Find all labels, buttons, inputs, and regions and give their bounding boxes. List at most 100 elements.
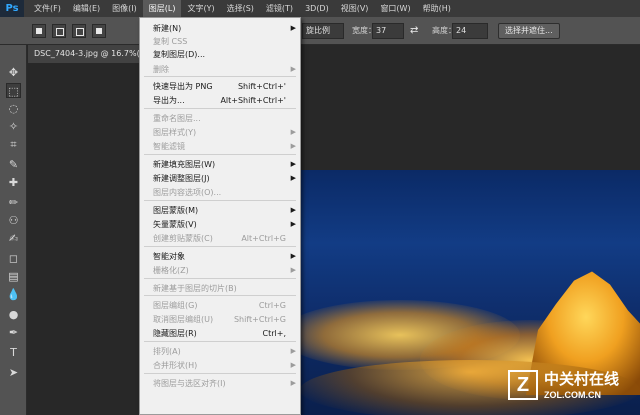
layer-menu-item[interactable]: 图层编组(G) Ctrl+G bbox=[140, 299, 300, 312]
menu-edit[interactable]: 编辑(E) bbox=[67, 0, 106, 17]
layer-menu-item[interactable]: 图层内容选项(O)... bbox=[140, 186, 300, 199]
brush-icon[interactable]: ✏ bbox=[6, 195, 21, 210]
submenu-arrow-icon: ▶ bbox=[290, 347, 296, 355]
layer-menu-item[interactable]: 新建填充图层(W) ▶ bbox=[140, 158, 300, 171]
layer-menu-item[interactable]: 复制 CSS bbox=[140, 35, 300, 48]
menu-separator bbox=[144, 200, 296, 201]
type-icon[interactable]: T bbox=[6, 345, 21, 360]
menu-item-label: 新建填充图层(W) bbox=[153, 160, 216, 169]
menu-item-shortcut: Ctrl+G bbox=[258, 301, 286, 310]
menu-separator bbox=[144, 295, 296, 296]
layer-menu-item[interactable]: 合并形状(H) ▶ bbox=[140, 359, 300, 372]
layer-menu-item[interactable]: 导出为... Alt+Shift+Ctrl+' bbox=[140, 94, 300, 107]
marquee-icon[interactable]: ⬚ bbox=[6, 83, 21, 98]
menu-item-shortcut: Alt+Ctrl+G bbox=[241, 234, 286, 243]
menu-item-label: 导出为... bbox=[153, 96, 185, 105]
layer-menu-item[interactable]: 新建调整图层(J) ▶ bbox=[140, 172, 300, 185]
menu-item-label: 新建基于图层的切片(B) bbox=[153, 284, 237, 293]
menu-item-label: 快速导出为 PNG bbox=[153, 82, 213, 91]
menu-select[interactable]: 选择(S) bbox=[221, 0, 260, 17]
menu-item-label: 新建调整图层(J) bbox=[153, 174, 210, 183]
width-field[interactable]: 37 bbox=[372, 23, 404, 39]
height-field[interactable]: 24 bbox=[452, 23, 488, 39]
clone-stamp-icon[interactable]: ⚇ bbox=[6, 213, 21, 228]
crop-icon[interactable]: ⌗ bbox=[6, 137, 21, 152]
menu-item-label: 图层内容选项(O)... bbox=[153, 188, 222, 197]
history-brush-icon[interactable]: ✍ bbox=[6, 231, 21, 246]
layer-menu-item[interactable]: 栅格化(Z) ▶ bbox=[140, 264, 300, 277]
blur-icon[interactable]: 💧 bbox=[6, 287, 21, 302]
magic-wand-icon[interactable]: ✧ bbox=[6, 119, 21, 134]
submenu-arrow-icon: ▶ bbox=[290, 379, 296, 387]
watermark-name-cn: 中关村在线 bbox=[544, 370, 620, 388]
intersect-selection-icon[interactable] bbox=[92, 24, 106, 38]
layer-menu-item[interactable]: 新建基于图层的切片(B) bbox=[140, 282, 300, 295]
layer-menu-item[interactable]: 重命名图层... bbox=[140, 112, 300, 125]
submenu-arrow-icon: ▶ bbox=[290, 160, 296, 168]
new-selection-icon[interactable] bbox=[32, 24, 46, 38]
style-select[interactable]: 旋比例 bbox=[302, 23, 344, 39]
layer-menu-item[interactable]: 删除 ▶ bbox=[140, 63, 300, 76]
menu-3d[interactable]: 3D(D) bbox=[299, 0, 335, 17]
submenu-arrow-icon: ▶ bbox=[290, 220, 296, 228]
menu-separator bbox=[144, 108, 296, 109]
submenu-arrow-icon: ▶ bbox=[290, 65, 296, 73]
menu-view[interactable]: 视图(V) bbox=[335, 0, 375, 17]
layer-menu-item[interactable]: 新建(N) ▶ bbox=[140, 22, 300, 35]
layer-menu-item[interactable]: 矢量蒙版(V) ▶ bbox=[140, 218, 300, 231]
menu-layer[interactable]: 图层(L) bbox=[142, 0, 182, 17]
menu-item-shortcut: Shift+Ctrl+G bbox=[233, 315, 286, 324]
menu-separator bbox=[144, 246, 296, 247]
layer-menu-item[interactable]: 创建剪贴蒙版(C) Alt+Ctrl+G bbox=[140, 232, 300, 245]
menu-item-label: 复制图层(D)... bbox=[153, 50, 206, 59]
menu-item-label: 复制 CSS bbox=[153, 37, 188, 46]
menu-image[interactable]: 图像(I) bbox=[106, 0, 143, 17]
lasso-icon[interactable]: ◌ bbox=[6, 101, 21, 116]
watermark-logo: Z bbox=[508, 370, 538, 400]
layer-menu-item[interactable]: 复制图层(D)... bbox=[140, 48, 300, 61]
menu-separator bbox=[144, 278, 296, 279]
menu-item-label: 合并形状(H) bbox=[153, 361, 198, 370]
path-select-icon[interactable]: ➤ bbox=[6, 365, 21, 380]
gradient-icon[interactable]: ▤ bbox=[6, 269, 21, 284]
eraser-icon[interactable]: ◻ bbox=[6, 251, 21, 266]
menu-item-shortcut: Alt+Shift+Ctrl+' bbox=[220, 96, 286, 105]
pen-icon[interactable]: ✒ bbox=[6, 325, 21, 340]
menu-bar: Ps 文件(F) 编辑(E) 图像(I) 图层(L) 文字(Y) 选择(S) 滤… bbox=[0, 0, 640, 17]
healing-brush-icon[interactable]: ✚ bbox=[6, 175, 21, 190]
swap-icon[interactable]: ⇄ bbox=[410, 23, 418, 39]
eyedropper-icon[interactable]: ✎ bbox=[6, 157, 21, 172]
menu-help[interactable]: 帮助(H) bbox=[417, 0, 457, 17]
select-and-mask-button[interactable]: 选择并遮住... bbox=[498, 23, 560, 39]
move-icon[interactable]: ✥ bbox=[6, 65, 21, 80]
tools-panel: ✥ ⬚ ◌ ✧ ⌗ ✎ ✚ ✏ ⚇ ✍ ◻ ▤ 💧 ● ✒ T ➤ bbox=[0, 45, 27, 415]
submenu-arrow-icon: ▶ bbox=[290, 128, 296, 136]
menu-type[interactable]: 文字(Y) bbox=[181, 0, 220, 17]
menu-item-label: 排列(A) bbox=[153, 347, 181, 356]
menu-item-label: 栅格化(Z) bbox=[153, 266, 189, 275]
menu-item-label: 矢量蒙版(V) bbox=[153, 220, 197, 229]
menu-item-label: 图层蒙版(M) bbox=[153, 206, 199, 215]
add-to-selection-icon[interactable] bbox=[52, 24, 66, 38]
layer-menu-item[interactable]: 图层样式(Y) ▶ bbox=[140, 126, 300, 139]
layer-menu-item[interactable]: 智能对象 ▶ bbox=[140, 250, 300, 263]
dodge-icon[interactable]: ● bbox=[6, 307, 21, 322]
menu-item-label: 取消图层编组(U) bbox=[153, 315, 214, 324]
layer-menu-item[interactable]: 取消图层编组(U) Shift+Ctrl+G bbox=[140, 313, 300, 326]
menu-file[interactable]: 文件(F) bbox=[28, 0, 67, 17]
menu-separator bbox=[144, 341, 296, 342]
layer-menu-item[interactable]: 图层蒙版(M) ▶ bbox=[140, 204, 300, 217]
menu-window[interactable]: 窗口(W) bbox=[374, 0, 416, 17]
watermark: Z 中关村在线 ZOL.COM.CN bbox=[508, 368, 638, 412]
layer-menu-item[interactable]: 将图层与选区对齐(I) ▶ bbox=[140, 377, 300, 390]
subtract-selection-icon[interactable] bbox=[72, 24, 86, 38]
menu-item-label: 新建(N) bbox=[153, 24, 182, 33]
menu-filter[interactable]: 滤镜(T) bbox=[260, 0, 299, 17]
layer-menu-item[interactable]: 智能滤镜 ▶ bbox=[140, 140, 300, 153]
watermark-name-en: ZOL.COM.CN bbox=[544, 390, 601, 400]
layer-menu-item[interactable]: 隐藏图层(R) Ctrl+, bbox=[140, 327, 300, 340]
menu-item-shortcut: Ctrl+, bbox=[262, 329, 286, 338]
document-tab[interactable]: DSC_7404-3.jpg @ 16.7%(RG bbox=[28, 45, 140, 63]
layer-menu-item[interactable]: 快速导出为 PNG Shift+Ctrl+' bbox=[140, 80, 300, 93]
layer-menu-item[interactable]: 排列(A) ▶ bbox=[140, 345, 300, 358]
